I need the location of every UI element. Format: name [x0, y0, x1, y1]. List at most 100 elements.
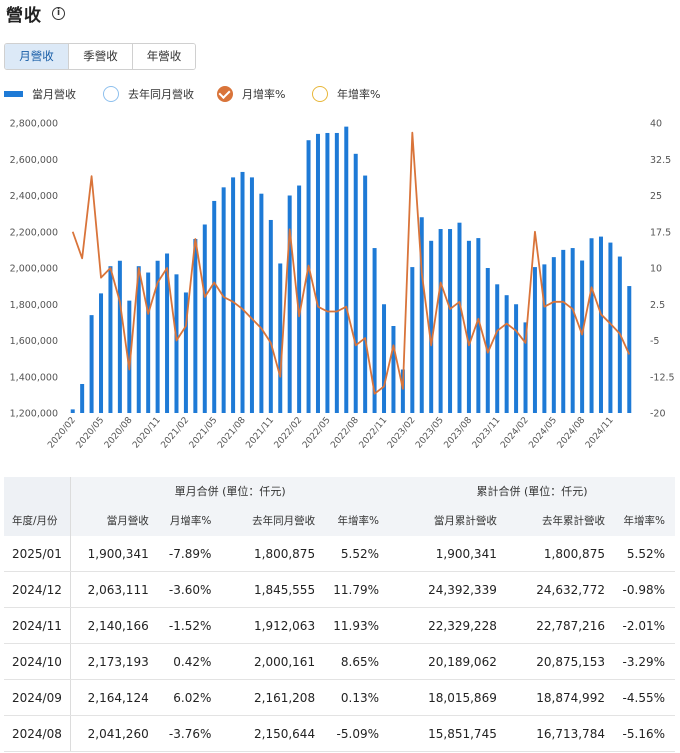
bar-mark[interactable] [542, 264, 547, 414]
legend-label-monthly: 當月營收 [32, 88, 76, 101]
cell-value: 2,161,208 [221, 679, 326, 716]
y-right-tick-label: 25 [650, 191, 662, 202]
x-tick-label: 2023/08 [443, 415, 475, 450]
bar-mark[interactable] [391, 326, 396, 413]
cell-value: 20,189,062 [389, 643, 507, 680]
info-icon[interactable]: i [52, 6, 65, 20]
bar-mark[interactable] [146, 272, 151, 413]
circle-unchecked-icon [312, 86, 328, 102]
bar-mark[interactable] [561, 249, 566, 414]
x-tick-label: 2022/02 [273, 416, 305, 451]
header-year-month: 年度/月份 [4, 477, 72, 536]
header-last-year-cumulative: 去年累計營收 [506, 505, 615, 536]
bar-mark[interactable] [70, 409, 75, 414]
bar-mark[interactable] [429, 240, 434, 413]
bar-mark[interactable] [382, 304, 387, 413]
bar-mark[interactable] [457, 222, 462, 413]
bar-mark[interactable] [240, 171, 245, 413]
legend-item-yoy[interactable]: 年增率% [312, 84, 380, 104]
bar-mark[interactable] [448, 229, 453, 413]
bar-mark[interactable] [212, 200, 217, 413]
bar-mark[interactable] [99, 293, 104, 414]
tab-quarterly[interactable]: 季營收 [69, 44, 133, 69]
revenue-table: 年度/月份 單月合併 (單位：仟元) 累計合併 (單位：仟元) 當月營收 月增率… [4, 477, 675, 752]
bar-mark[interactable] [485, 268, 490, 413]
header-monthly-revenue: 當月營收 [70, 505, 159, 536]
cell-value: 24,632,772 [506, 571, 615, 608]
y-left-tick-label: 1,400,000 [10, 372, 58, 383]
bar-mark[interactable] [259, 193, 264, 413]
bar-mark[interactable] [334, 132, 339, 413]
bar-mark[interactable] [325, 132, 330, 413]
y-left-tick-label: 1,600,000 [10, 336, 58, 347]
bar-mark[interactable] [363, 175, 368, 413]
header-last-year: 去年同月營收 [221, 505, 326, 536]
cell-value: 2,041,260 [70, 715, 159, 752]
bar-mark[interactable] [580, 260, 585, 413]
x-tick-label: 2020/02 [46, 416, 78, 451]
y-left-tick-label: 2,800,000 [10, 119, 58, 130]
bar-mark[interactable] [495, 284, 500, 413]
cell-value: -5.16% [614, 715, 675, 752]
y-left-tick-label: 1,200,000 [10, 409, 58, 420]
x-tick-label: 2021/02 [160, 416, 192, 451]
bar-mark[interactable] [551, 257, 556, 414]
bar-mark[interactable] [570, 248, 575, 413]
x-tick-label: 2022/08 [329, 415, 361, 450]
bar-mark[interactable] [589, 238, 594, 413]
x-tick-label: 2023/11 [471, 416, 503, 451]
y-left-tick-label: 2,000,000 [10, 264, 58, 275]
bar-mark[interactable] [598, 236, 603, 413]
bar-mark[interactable] [221, 187, 226, 413]
y-right-tick-label: 40 [650, 119, 662, 130]
legend-item-last-year[interactable]: 去年同月營收 [103, 84, 194, 104]
bar-mark[interactable] [344, 126, 349, 414]
cell-value: 2,000,161 [221, 643, 326, 680]
bar-mark[interactable] [608, 242, 613, 413]
bar-mark[interactable] [532, 267, 537, 413]
bar-mark[interactable] [466, 240, 471, 413]
tab-monthly[interactable]: 月營收 [5, 44, 69, 69]
bar-mark[interactable] [268, 219, 273, 413]
table-row: 2024/11 2,140,166 -1.52% 1,912,063 11.93% 22,… [4, 607, 675, 644]
legend-item-mom[interactable]: 月增率% [217, 84, 285, 104]
bar-mark[interactable] [278, 263, 283, 413]
bar-mark[interactable] [80, 384, 85, 413]
bar-mark[interactable] [504, 295, 509, 413]
cell-value: -1.52% [158, 607, 222, 644]
revenue-chart: 1,200,000 1,400,000 1,600,000 1,800,000 2,00… [10, 119, 675, 451]
bar-mark[interactable] [514, 304, 519, 413]
cell-value: 15,851,745 [389, 715, 507, 752]
header-cumulative: 當月累計營收 [389, 505, 507, 536]
cell-value: -3.60% [158, 571, 222, 608]
bar-mark[interactable] [315, 133, 320, 414]
bar-mark[interactable] [193, 239, 198, 413]
bar-mark[interactable] [202, 224, 207, 414]
cell-value: 1,800,875 [221, 536, 326, 572]
cell-value: 22,787,216 [506, 607, 615, 644]
x-tick-label: 2022/05 [301, 416, 333, 451]
legend-label-mom: 月增率% [242, 88, 286, 101]
bar-mark[interactable] [231, 177, 236, 414]
legend-item-monthly[interactable]: 當月營收 [4, 84, 76, 104]
x-tick-label: 2024/08 [556, 415, 588, 450]
tab-yearly[interactable]: 年營收 [133, 44, 195, 69]
x-tick-label: 2020/08 [103, 415, 135, 450]
x-tick-label: 2021/11 [244, 416, 276, 451]
cell-value: 1,900,341 [70, 536, 159, 572]
bar-mark[interactable] [410, 267, 415, 413]
cell-value: 16,713,784 [506, 715, 615, 752]
y-right-tick-label: -12.5 [650, 372, 675, 383]
bar-mark[interactable] [287, 195, 292, 414]
cell-value: 20,875,153 [506, 643, 615, 680]
bar-mark[interactable] [249, 177, 254, 414]
x-tick-label: 2020/05 [75, 416, 107, 451]
bar-mark[interactable] [89, 315, 94, 414]
cell-value: 11.93% [325, 607, 389, 644]
cell-value: 2,173,193 [70, 643, 159, 680]
bar-mark[interactable] [108, 266, 113, 413]
bar-mark[interactable] [174, 274, 179, 413]
bar-mark[interactable] [117, 260, 122, 413]
bar-mark[interactable] [438, 229, 443, 413]
bar-mark[interactable] [353, 153, 358, 413]
